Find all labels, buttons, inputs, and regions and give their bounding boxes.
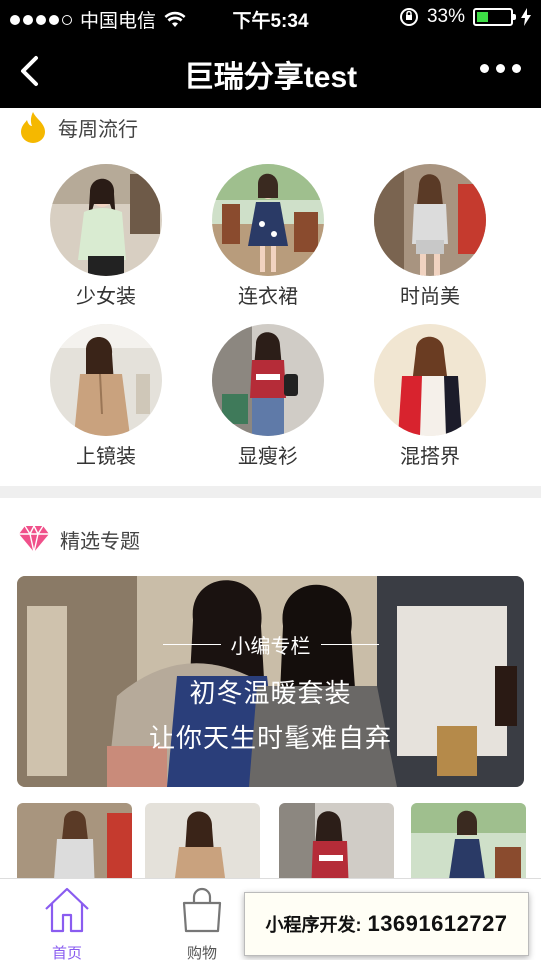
category-label: 上镜装 [76,446,136,468]
nav-bar: 巨瑞分享test [0,36,541,108]
banner-kicker: 小编专栏 [17,630,524,659]
category-photo [374,324,486,436]
topics-title: 精选专题 [60,530,140,553]
category-label: 时尚美 [400,286,460,308]
category-label: 连衣裙 [238,286,298,308]
contact-label: 小程序开发: [265,915,362,935]
category-item[interactable]: 连衣裙 [203,164,333,309]
battery-percent: 33% [426,6,465,27]
battery-icon [473,8,516,26]
featured-banner[interactable]: 小编专栏 初冬温暖套装 让你天生时髦难自弃 [17,576,524,787]
page-title: 巨瑞分享test [183,61,358,94]
contact-phone: 13691612727 [367,911,508,936]
contact-overlay: 小程序开发: 13691612727 [244,892,529,956]
category-label: 显瘦衫 [238,446,298,468]
category-photo [374,164,486,276]
category-photo [50,324,162,436]
banner-subheadline: 让你天生时髦难自弃 [148,723,392,753]
weekly-title: 每周流行 [58,118,138,141]
category-photo [212,164,324,276]
category-label: 混搭界 [400,446,460,468]
home-icon [45,887,89,933]
tab-shopping-label: 购物 [186,945,217,960]
more-options-button[interactable] [480,64,521,73]
category-item[interactable]: 少女装 [41,164,171,309]
charging-icon [521,8,531,26]
orientation-lock-icon [399,8,418,26]
banner-caption: 小编专栏 初冬温暖套装 让你天生时髦难自弃 [17,630,524,755]
topic-thumbnail[interactable] [411,803,526,879]
category-item[interactable]: 显瘦衫 [203,324,333,469]
topic-thumbnail[interactable] [17,803,132,879]
category-item[interactable]: 上镜装 [41,324,171,469]
banner-kicker-text: 小编专栏 [230,636,311,658]
category-photo [212,324,324,436]
topic-thumbnail[interactable] [145,803,260,879]
category-item[interactable]: 时尚美 [365,164,495,309]
category-item[interactable]: 混搭界 [365,324,495,469]
tab-shopping[interactable]: 购物 [157,885,247,960]
flame-icon [21,112,45,143]
status-right: 33% [399,6,531,28]
tab-home-label: 首页 [51,945,82,960]
category-label: 少女装 [76,286,136,308]
tab-home[interactable]: 首页 [22,885,112,960]
topic-thumbnails [0,803,541,879]
diamond-icon [19,524,49,553]
weekly-section-header: 每周流行 [18,111,138,143]
status-bar: 中国电信 下午5:34 33% [0,0,541,36]
section-divider [0,486,541,498]
category-photo [50,164,162,276]
topic-thumbnail[interactable] [279,803,394,879]
banner-headline: 初冬温暖套装 [189,678,352,708]
shopping-bag-icon [182,887,222,933]
topics-section-header: 精选专题 [18,524,140,554]
